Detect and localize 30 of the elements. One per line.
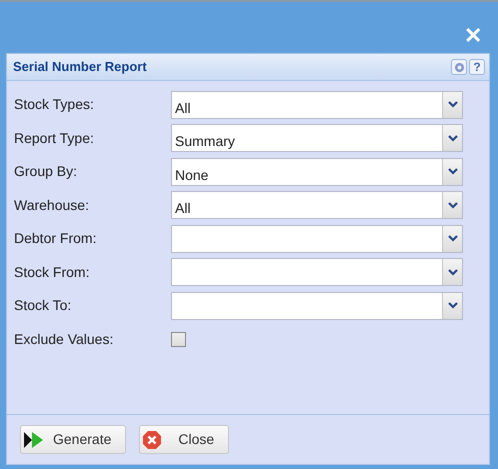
field-label: Stock Types: [14, 95, 95, 114]
dropdown-field[interactable]: All [171, 90, 463, 119]
field-label: Stock To: [14, 296, 72, 316]
chevron-down-icon [448, 168, 458, 176]
generate-button[interactable]: Generate [20, 425, 126, 454]
field-label: Stock From: [14, 262, 90, 282]
chevron-down-icon [448, 268, 458, 276]
field-label: Warehouse: [14, 196, 90, 215]
chevron-down-icon [448, 302, 458, 310]
cancel-icon [142, 430, 162, 450]
settings-button[interactable] [451, 59, 467, 75]
checkbox[interactable] [171, 332, 186, 347]
close-button[interactable]: Close [139, 425, 230, 454]
field-label: Exclude Values: [14, 330, 114, 349]
field-label: Debtor From: [14, 229, 98, 248]
field-label: Group By: [14, 162, 78, 182]
field-label: Report Type: [14, 128, 95, 148]
chevron-down-icon [448, 235, 458, 242]
dropdown-field[interactable] [171, 224, 463, 253]
dropdown-field[interactable]: Summary [171, 124, 463, 152]
dropdown-field[interactable] [171, 292, 463, 320]
help-button[interactable]: ? [469, 59, 485, 75]
chevron-down-icon [448, 134, 458, 142]
dropdown-field[interactable]: All [171, 191, 463, 220]
chevron-down-icon [448, 101, 458, 108]
play-icon [23, 430, 45, 448]
panel-title: Serial Number Report [13, 58, 147, 76]
dropdown-field[interactable] [171, 258, 463, 286]
dropdown-field[interactable]: None [171, 158, 463, 186]
chevron-down-icon [448, 202, 458, 209]
